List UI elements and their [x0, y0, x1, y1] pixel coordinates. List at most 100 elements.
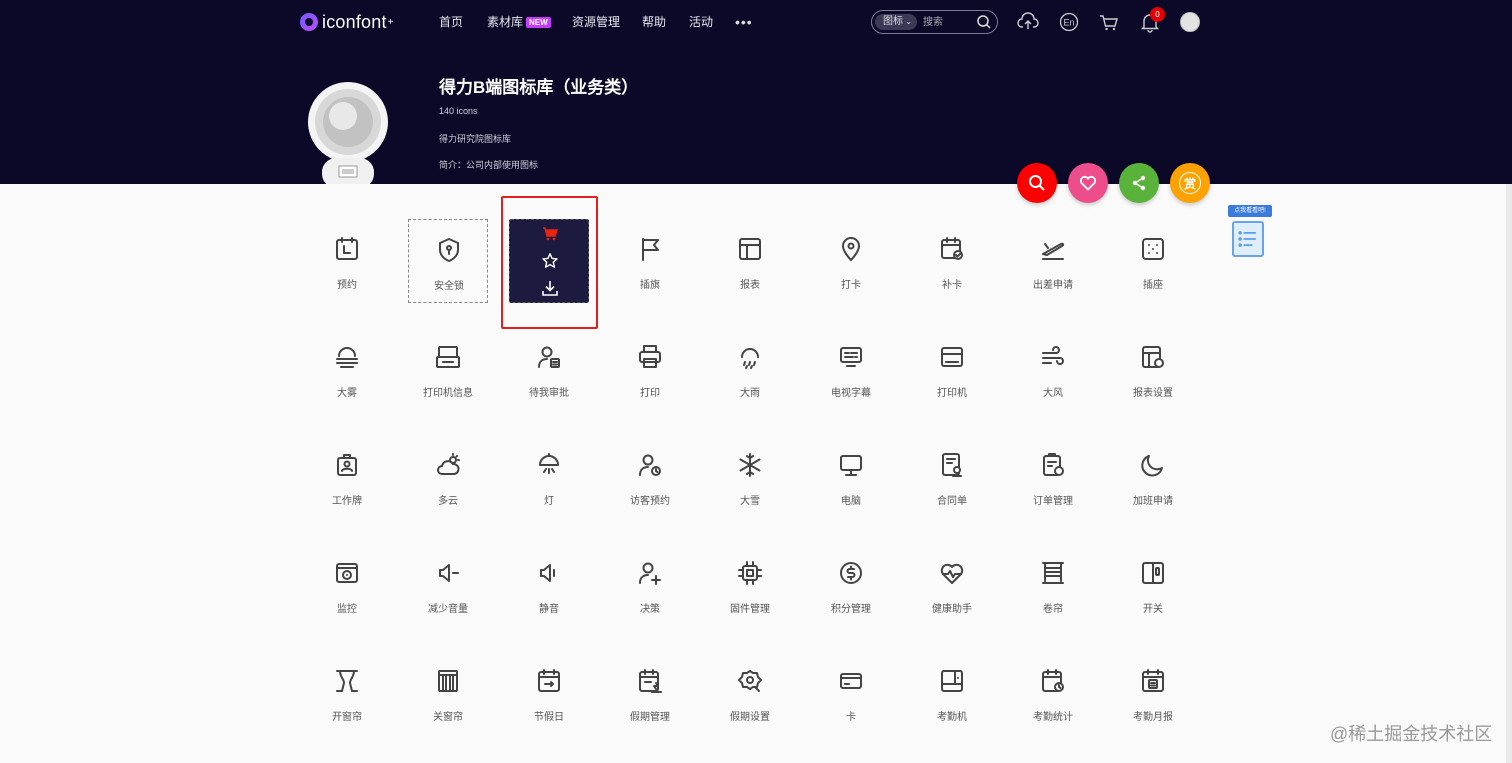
- icon-card[interactable]: 多云: [408, 435, 488, 519]
- user-approval-icon: [538, 346, 560, 368]
- icon-label: 大雨: [740, 388, 760, 399]
- cart-icon[interactable]: [1098, 11, 1120, 33]
- side-promo-tag: 点我看看吧!: [1228, 205, 1272, 217]
- icon-card[interactable]: 灯: [509, 435, 589, 519]
- upload-icon[interactable]: [1017, 11, 1039, 33]
- search-type-select[interactable]: 图标 ⌄: [875, 14, 917, 30]
- page-scrollbar[interactable]: [1506, 184, 1512, 763]
- icon-label: 固件管理: [730, 604, 770, 615]
- location-pin-icon: [842, 237, 860, 261]
- icon-card[interactable]: 待我审批: [509, 327, 589, 411]
- icon-card[interactable]: 考勤月报: [1113, 651, 1193, 735]
- wind-icon: [1042, 346, 1064, 365]
- icon-label: 订单管理: [1033, 496, 1073, 507]
- icon-label: 报表设置: [1133, 388, 1173, 399]
- snowflake-icon: [739, 453, 761, 477]
- icon-label: 决策: [640, 604, 660, 615]
- icon-card[interactable]: 打印: [610, 327, 690, 411]
- volume-down-icon: [439, 564, 459, 582]
- icon-label: 开关: [1143, 604, 1163, 615]
- nav-item-resources[interactable]: 资源管理: [572, 14, 620, 30]
- search-icon[interactable]: [976, 14, 992, 30]
- icon-label: 卷帘: [1043, 604, 1063, 615]
- icon-label: 多云: [438, 496, 458, 507]
- nav-item-help[interactable]: 帮助: [642, 14, 666, 30]
- shield-lock-icon: [439, 238, 459, 262]
- icon-card[interactable]: 插旗: [610, 219, 690, 303]
- icon-card[interactable]: 大雪: [710, 435, 790, 519]
- icon-card[interactable]: 插座: [1113, 219, 1193, 303]
- printer-info-icon: [436, 346, 460, 368]
- icon-card[interactable]: 监控: [307, 543, 387, 627]
- nav-item-activity[interactable]: 活动: [689, 14, 713, 30]
- icon-card[interactable]: 开窗帘: [307, 651, 387, 735]
- icon-card[interactable]: 健康助手: [912, 543, 992, 627]
- icon-card[interactable]: 大风: [1013, 327, 1093, 411]
- icon-card[interactable]: 大雨: [710, 327, 790, 411]
- icon-card[interactable]: 报表设置: [1113, 327, 1193, 411]
- icon-card[interactable]: 打印机: [912, 327, 992, 411]
- icon-label: 大雾: [337, 388, 357, 399]
- switch-icon: [1142, 562, 1164, 584]
- icon-card[interactable]: 关窗帘: [408, 651, 488, 735]
- calendar-clock-icon: [1042, 669, 1064, 692]
- icon-card[interactable]: 假期设置: [710, 651, 790, 735]
- new-badge: NEW: [526, 17, 551, 28]
- calendar-report-icon: [1142, 669, 1164, 692]
- search-input[interactable]: [923, 14, 973, 30]
- icon-card[interactable]: 打卡: [811, 219, 891, 303]
- icon-card[interactable]: 报表: [710, 219, 790, 303]
- icon-card[interactable]: 考勤统计: [1013, 651, 1093, 735]
- heart-pulse-icon: [940, 563, 964, 584]
- icon-label: 健康助手: [932, 604, 972, 615]
- icon-card[interactable]: 积分管理: [811, 543, 891, 627]
- icon-card[interactable]: 假期管理: [610, 651, 690, 735]
- library-author[interactable]: 得力研究院图标库: [439, 132, 511, 145]
- favorite-library-button[interactable]: [1068, 163, 1108, 203]
- icon-card[interactable]: 出差申请: [1013, 219, 1093, 303]
- cloudy-icon: [437, 453, 460, 475]
- icon-card[interactable]: 打印机信息: [408, 327, 488, 411]
- more-menu-button[interactable]: •••: [735, 14, 753, 30]
- icon-card[interactable]: 大雾: [307, 327, 387, 411]
- icon-card[interactable]: 开关: [1113, 543, 1193, 627]
- icon-card[interactable]: 固件管理: [710, 543, 790, 627]
- visitor-clock-icon: [639, 454, 661, 476]
- search-library-button[interactable]: [1017, 163, 1057, 203]
- icon-card[interactable]: 工作牌: [307, 435, 387, 519]
- chip-icon: [738, 561, 762, 585]
- icon-label: 减少音量: [428, 604, 468, 615]
- icon-card[interactable]: 加班申请: [1113, 435, 1193, 519]
- icon-card[interactable]: 电视字幕: [811, 327, 891, 411]
- icon-card[interactable]: 考勤机: [912, 651, 992, 735]
- icon-card[interactable]: 卡: [811, 651, 891, 735]
- icon-card[interactable]: 决策: [610, 543, 690, 627]
- icon-card[interactable]: 电脑: [811, 435, 891, 519]
- side-promo-widget[interactable]: 点我看看吧!: [1226, 205, 1274, 259]
- user-avatar[interactable]: [1180, 12, 1200, 32]
- icon-label: 灯: [544, 496, 554, 507]
- icon-label: 打印机: [937, 388, 967, 399]
- icon-card[interactable]: 补卡: [912, 219, 992, 303]
- icon-card[interactable]: 访客预约: [610, 435, 690, 519]
- icon-label: 节假日: [534, 712, 564, 723]
- language-icon[interactable]: En: [1058, 11, 1080, 33]
- icon-card[interactable]: 预约: [307, 219, 387, 303]
- logo-text: iconfont: [322, 11, 387, 32]
- icon-card[interactable]: 卷帘: [1013, 543, 1093, 627]
- icon-label: 预约: [337, 280, 357, 291]
- iconfont-logo[interactable]: iconfont +: [300, 11, 394, 33]
- icon-label: 补卡: [942, 280, 962, 291]
- icon-card[interactable]: 安全锁: [408, 219, 488, 303]
- share-library-button[interactable]: [1119, 163, 1159, 203]
- reward-library-button[interactable]: 赏: [1170, 163, 1210, 203]
- icon-label: 访客预约: [630, 496, 670, 507]
- icon-card[interactable]: 静音: [509, 543, 589, 627]
- icon-card[interactable]: 节假日: [509, 651, 589, 735]
- icon-card[interactable]: 减少音量: [408, 543, 488, 627]
- badge-icon: [337, 454, 357, 476]
- icon-card[interactable]: 合同单: [912, 435, 992, 519]
- nav-item-library[interactable]: 素材库 NEW: [487, 14, 551, 30]
- icon-card[interactable]: 订单管理: [1013, 435, 1093, 519]
- nav-item-home[interactable]: 首页: [439, 14, 463, 30]
